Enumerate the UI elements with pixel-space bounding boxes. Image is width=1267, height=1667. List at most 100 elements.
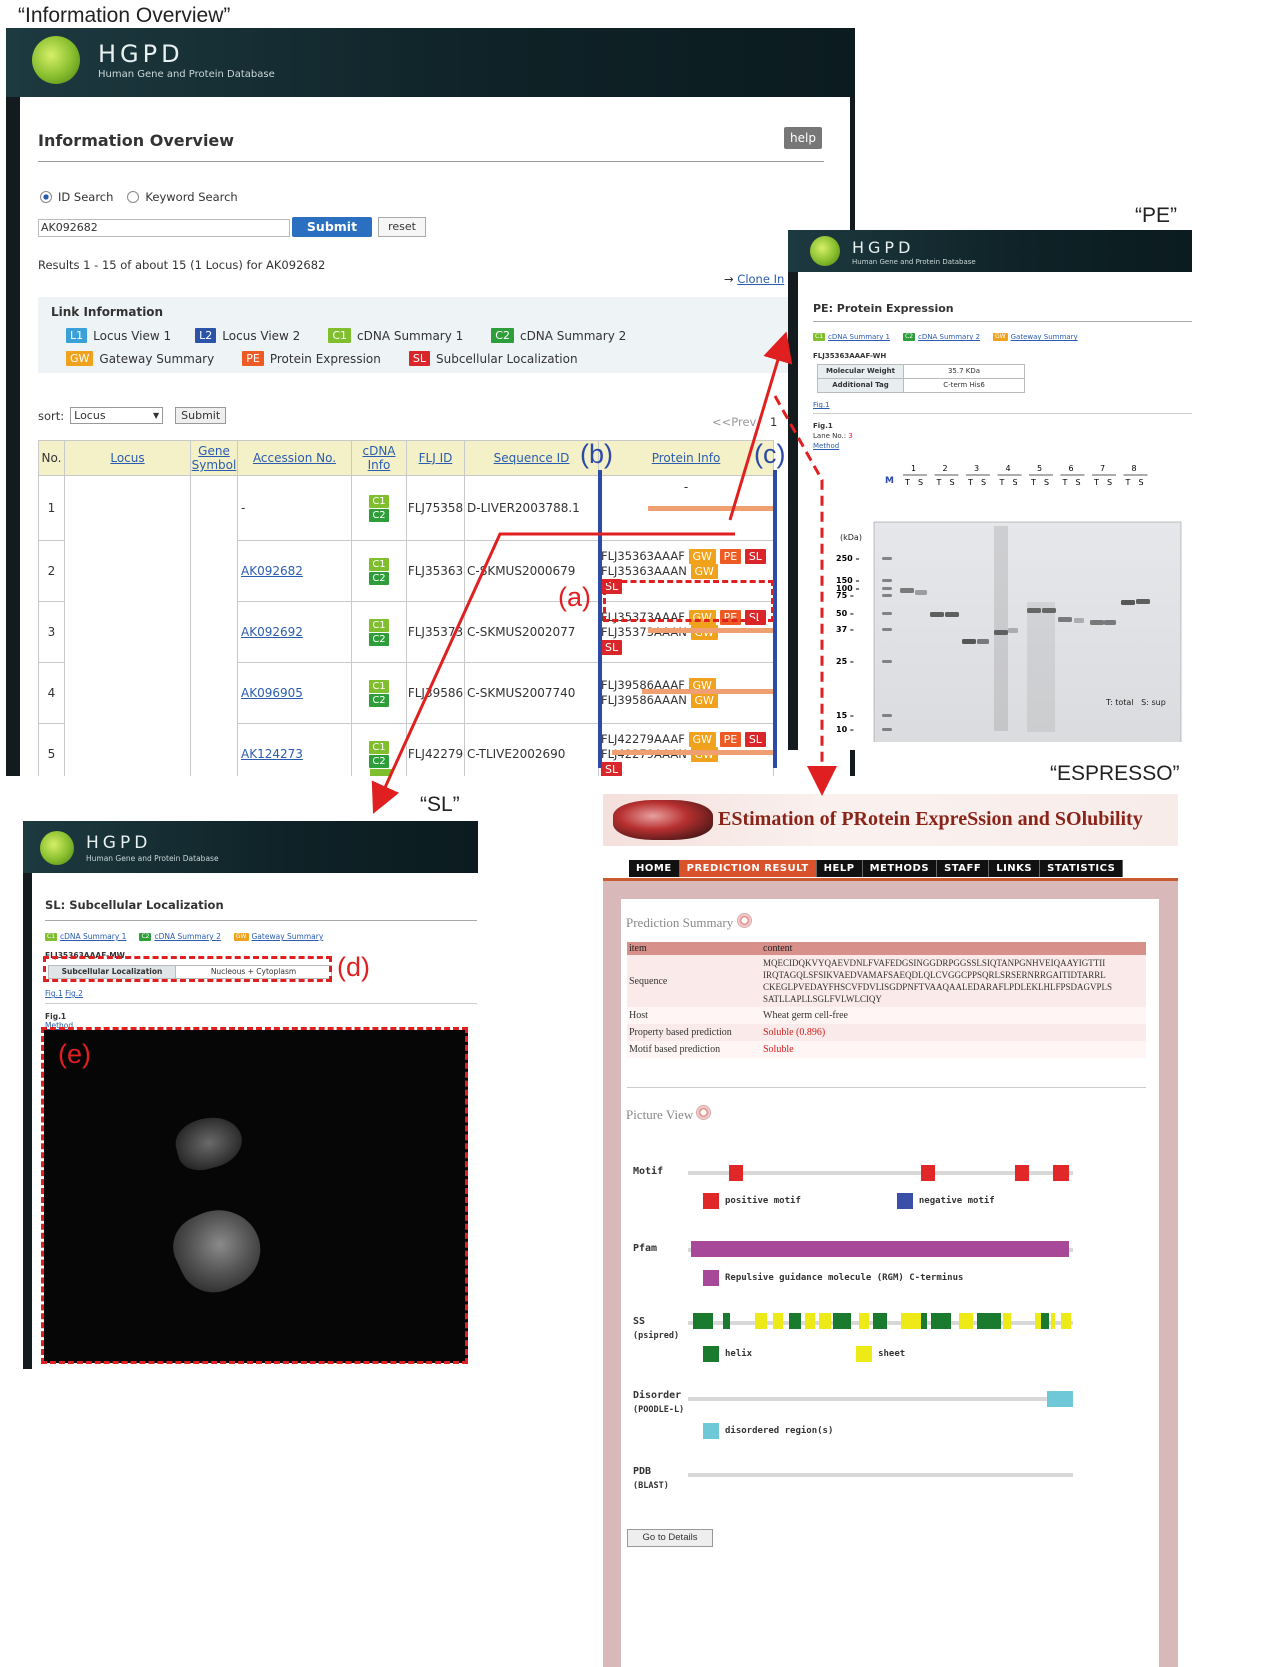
hgpd-header: HGPD Human Gene and Protein Database — [6, 28, 855, 97]
col-locus-link[interactable]: Locus — [110, 451, 144, 465]
cdna-summary-1-link[interactable]: cDNA Summary 1 — [60, 932, 126, 941]
link-info-title: Link Information — [51, 305, 164, 319]
sequence-value: MQECIDQKVYQAEVDNLFVAFEDGSINGGDRPGGSSLSIQ… — [761, 955, 1146, 1007]
nav-methods[interactable]: METHODS — [863, 860, 938, 877]
col-cdna-info[interactable]: cDNA Info — [351, 440, 407, 476]
info-icon[interactable] — [736, 913, 752, 928]
col-sequence-id[interactable]: Sequence ID — [464, 440, 599, 476]
col-flj-link[interactable]: FLJ ID — [419, 451, 453, 465]
col-gene-link[interactable]: Gene Symbol — [192, 444, 237, 472]
accession-link[interactable]: AK092682 — [241, 564, 303, 578]
pfam-legend: Repulsive guidance molecule (RGM) C-term… — [703, 1270, 963, 1286]
tag-gw[interactable]: GW — [690, 563, 718, 579]
hgpd-logo-icon — [810, 236, 840, 266]
fig1-link[interactable]: Fig.1 — [813, 401, 830, 409]
kda-tick-label: 10 – — [836, 725, 854, 734]
tag-sl[interactable]: SL — [601, 639, 623, 655]
pfam-swatch — [703, 1270, 719, 1286]
pe-clone-id: FLJ35363AAAF-WH — [813, 352, 887, 360]
nav-prediction-result[interactable]: PREDICTION RESULT — [679, 860, 817, 877]
gel-marker-label: M — [885, 476, 894, 486]
cdna-cell: C1 C2 — [351, 540, 407, 602]
accession-link[interactable]: AK092692 — [241, 625, 303, 639]
nav-help[interactable]: HELP — [817, 860, 863, 877]
tag-c2[interactable]: C2 — [369, 508, 389, 522]
tag-c2[interactable]: C2 — [369, 693, 389, 707]
sort-submit-button[interactable]: Submit — [175, 407, 227, 424]
clone-index-link[interactable]: → Clone In — [724, 272, 784, 286]
accession-cell[interactable]: AK096905 — [237, 662, 352, 724]
sheet-block — [1051, 1313, 1055, 1329]
col-seq-link[interactable]: Sequence ID — [494, 451, 570, 465]
gateway-summary-link[interactable]: Gateway Summary — [1011, 333, 1078, 341]
tag-c1[interactable]: C1 — [369, 494, 389, 508]
pdb-label: PDB — [633, 1466, 652, 1477]
tag-sl[interactable]: SL — [744, 731, 766, 747]
gene-symbol-cell — [190, 475, 238, 776]
gel-band — [882, 628, 892, 631]
nav-links[interactable]: LINKS — [989, 860, 1041, 877]
radio-id-search[interactable] — [40, 191, 52, 203]
tag-c2[interactable]: C2 — [369, 571, 389, 585]
radio-keyword-search[interactable] — [127, 191, 140, 203]
cdna-summary-2-link[interactable]: cDNA Summary 2 — [154, 932, 220, 941]
reset-button[interactable]: reset — [378, 217, 426, 237]
info-icon[interactable] — [696, 1105, 712, 1120]
cdna-summary-2-link[interactable]: cDNA Summary 2 — [918, 333, 980, 341]
picture-title-text: Picture View — [626, 1107, 694, 1122]
nav-staff[interactable]: STAFF — [937, 860, 990, 877]
protein-expression-window: HGPD Human Gene and Protein Database PE:… — [788, 230, 1192, 750]
tag-c2[interactable]: C2 — [369, 632, 389, 646]
accession-cell[interactable]: AK124273 — [237, 723, 352, 776]
sort-select[interactable]: Locus ▼ — [70, 407, 164, 424]
lane-ts-label: T — [1125, 478, 1131, 487]
sheet-label: sheet — [878, 1349, 906, 1359]
page-title: Information Overview — [38, 131, 235, 150]
col-locus[interactable]: Locus — [64, 440, 191, 476]
accession-cell[interactable]: AK092682 — [237, 540, 352, 602]
locus-cell — [64, 475, 191, 776]
cdna-summary-1-link[interactable]: cDNA Summary 1 — [828, 333, 890, 341]
espresso-content: Prediction Summary item content Sequence… — [621, 899, 1159, 1667]
nav-home[interactable]: HOME — [629, 860, 680, 877]
prev-link[interactable]: <<Prev — [712, 415, 756, 429]
tag-sl[interactable]: SL — [744, 548, 766, 564]
nav-statistics[interactable]: STATISTICS — [1040, 860, 1124, 877]
tag-gw[interactable]: GW — [688, 548, 716, 564]
flj-cell: FLJ35373 — [406, 601, 465, 663]
fig2-link[interactable]: Fig.2 — [65, 989, 83, 998]
accession-link[interactable]: AK096905 — [241, 686, 303, 700]
submit-button[interactable]: Submit — [292, 217, 372, 237]
tag-pe[interactable]: PE — [719, 548, 742, 564]
tag-gw[interactable]: GW — [688, 731, 716, 747]
disorder-track — [688, 1397, 1073, 1401]
accession-link[interactable]: AK124273 — [241, 747, 303, 761]
accession-cell[interactable]: AK092692 — [237, 601, 352, 663]
tag-c1[interactable]: C1 — [369, 557, 389, 571]
clone-link-text[interactable]: Clone In — [737, 272, 784, 286]
tag-c1: C1 — [813, 333, 826, 341]
caption-sl: “SL” — [420, 793, 460, 816]
tag-pe[interactable]: PE — [719, 731, 742, 747]
tag-c1[interactable]: C1 — [369, 740, 389, 754]
col-acc-link[interactable]: Accession No. — [253, 451, 336, 465]
tag-gw[interactable]: GW — [690, 693, 718, 708]
search-input[interactable]: AK092682 — [38, 219, 290, 237]
method-link[interactable]: Method — [813, 442, 839, 450]
col-flj-id[interactable]: FLJ ID — [406, 440, 465, 476]
summary-divider — [627, 1087, 1146, 1088]
tag-c1[interactable]: C1 — [369, 618, 389, 632]
legend-label: Locus View 1 — [93, 328, 172, 343]
tag-c2[interactable]: C2 — [369, 754, 389, 768]
tag-c1[interactable]: C1 — [369, 679, 389, 693]
col-protein-info[interactable]: Protein Info — [598, 440, 774, 476]
fig1-link[interactable]: Fig.1 — [45, 989, 63, 998]
col-cdna-link[interactable]: cDNA Info — [362, 444, 395, 472]
col-gene-symbol[interactable]: Gene Symbol — [190, 440, 238, 476]
tag-sl[interactable]: SL — [601, 761, 623, 776]
help-button[interactable]: help — [784, 127, 822, 149]
gateway-summary-link[interactable]: Gateway Summary — [252, 932, 324, 941]
col-accession[interactable]: Accession No. — [237, 440, 352, 476]
col-protein-link[interactable]: Protein Info — [652, 451, 721, 465]
go-to-details-button[interactable]: Go to Details — [627, 1529, 713, 1547]
